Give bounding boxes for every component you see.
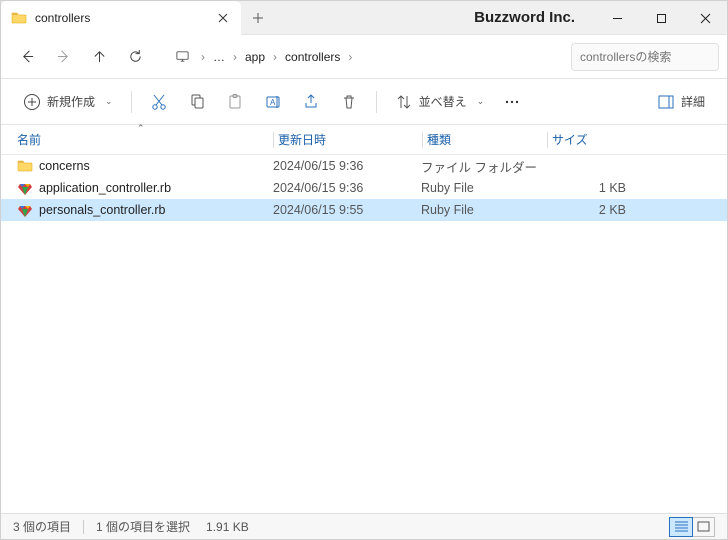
window-tab[interactable]: controllers: [1, 1, 241, 35]
file-type: Ruby File: [421, 203, 546, 217]
new-button[interactable]: 新規作成 ⌄: [15, 86, 121, 118]
tab-title: controllers: [35, 11, 215, 25]
toolbar: 新規作成 ⌄ A 並べ替え ⌄: [1, 79, 727, 125]
file-size: 1 KB: [546, 181, 646, 195]
col-name[interactable]: 名前 ⌃: [17, 131, 273, 148]
sort-label: 並べ替え: [419, 93, 467, 110]
copy-button[interactable]: [180, 86, 214, 118]
breadcrumb-item[interactable]: app: [243, 46, 267, 68]
chevron-right-icon: ›: [233, 50, 237, 64]
new-tab-button[interactable]: [241, 1, 275, 34]
folder-icon: [17, 158, 33, 174]
details-label: 詳細: [681, 93, 705, 110]
delete-button[interactable]: [332, 86, 366, 118]
file-type: ファイル フォルダー: [421, 157, 546, 176]
chevron-down-icon: ⌄: [477, 96, 485, 107]
brand-title: Buzzword Inc.: [474, 9, 575, 26]
sort-button[interactable]: 並べ替え ⌄: [387, 86, 493, 118]
col-size[interactable]: サイズ: [552, 131, 652, 148]
status-selection: 1 個の項目を選択: [96, 518, 190, 535]
large-view-button[interactable]: [692, 518, 714, 536]
search-input[interactable]: [571, 43, 719, 71]
breadcrumb: › … › app › controllers ›: [169, 39, 571, 75]
up-button[interactable]: [81, 39, 117, 75]
file-size: 2 KB: [546, 203, 646, 217]
column-headers: 名前 ⌃ 更新日時 種類 サイズ: [1, 125, 727, 155]
window: controllers Buzzword Inc.: [0, 0, 728, 540]
breadcrumb-item[interactable]: controllers: [283, 46, 342, 68]
ruby-icon: [17, 202, 33, 218]
window-controls: [595, 1, 727, 34]
file-list: 名前 ⌃ 更新日時 種類 サイズ concerns 2024/06/15 9:36…: [1, 125, 727, 513]
details-view-button[interactable]: [670, 518, 692, 536]
breadcrumb-more[interactable]: …: [211, 46, 227, 68]
minimize-button[interactable]: [595, 1, 639, 35]
ruby-icon: [17, 180, 33, 196]
table-row[interactable]: personals_controller.rb 2024/06/15 9:55Ru…: [1, 199, 727, 221]
statusbar: 3 個の項目 1 個の項目を選択 1.91 KB: [1, 513, 727, 539]
paste-button[interactable]: [218, 86, 252, 118]
maximize-button[interactable]: [639, 1, 683, 35]
details-button[interactable]: 詳細: [649, 86, 713, 118]
file-date: 2024/06/15 9:36: [273, 159, 421, 173]
chevron-right-icon: ›: [348, 50, 352, 64]
navbar: › … › app › controllers ›: [1, 35, 727, 79]
share-button[interactable]: [294, 86, 328, 118]
chevron-down-icon: ⌄: [105, 96, 113, 107]
col-type[interactable]: 種類: [427, 131, 547, 148]
chevron-right-icon: ›: [273, 50, 277, 64]
file-type: Ruby File: [421, 181, 546, 195]
pc-icon[interactable]: [169, 39, 195, 75]
sort-indicator-icon: ⌃: [137, 123, 145, 134]
chevron-right-icon: ›: [201, 50, 205, 64]
titlebar: controllers Buzzword Inc.: [1, 1, 727, 35]
status-size: 1.91 KB: [206, 520, 249, 534]
rename-button[interactable]: A: [256, 86, 290, 118]
close-tab-button[interactable]: [215, 10, 231, 26]
status-count: 3 個の項目: [13, 518, 71, 535]
file-name: personals_controller.rb: [39, 203, 165, 217]
cut-button[interactable]: [142, 86, 176, 118]
view-toggle: [669, 517, 715, 537]
more-button[interactable]: [496, 86, 528, 118]
refresh-button[interactable]: [117, 39, 153, 75]
file-name: application_controller.rb: [39, 181, 171, 195]
table-row[interactable]: concerns 2024/06/15 9:36ファイル フォルダー: [1, 155, 727, 177]
back-button[interactable]: [9, 39, 45, 75]
file-date: 2024/06/15 9:55: [273, 203, 421, 217]
forward-button[interactable]: [45, 39, 81, 75]
folder-icon: [11, 10, 27, 26]
file-name: concerns: [39, 159, 90, 173]
svg-text:A: A: [270, 98, 276, 107]
close-button[interactable]: [683, 1, 727, 35]
col-date[interactable]: 更新日時: [278, 131, 422, 148]
new-label: 新規作成: [47, 93, 95, 110]
file-date: 2024/06/15 9:36: [273, 181, 421, 195]
table-row[interactable]: application_controller.rb 2024/06/15 9:36…: [1, 177, 727, 199]
